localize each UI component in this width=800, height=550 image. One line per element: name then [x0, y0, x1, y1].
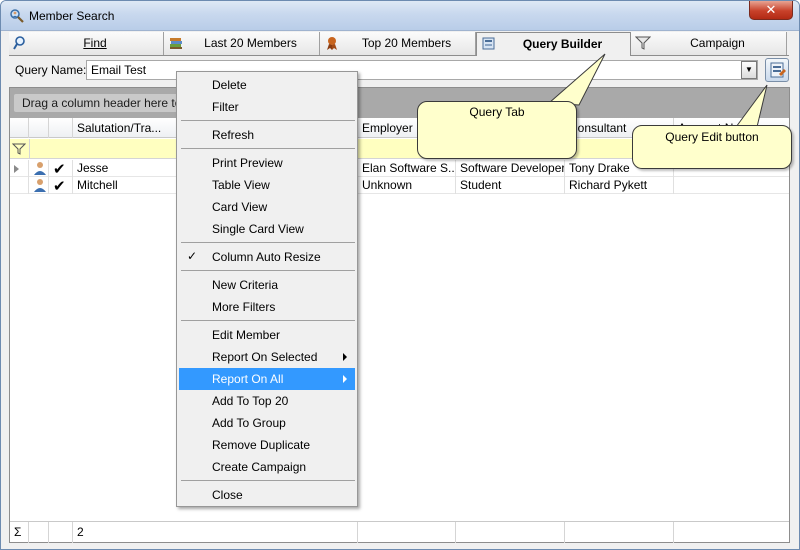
cell-occupation: Student	[456, 177, 565, 194]
cell-employer: Elan Software S...	[358, 160, 456, 177]
menu-item-card-view[interactable]: Card View	[179, 196, 355, 218]
funnel-icon	[12, 143, 26, 155]
group-by-area[interactable]: Drag a column header here to group	[10, 88, 789, 118]
tab-label-campaign: Campaign	[690, 36, 745, 50]
table-row[interactable]: ✔ Mitchell Unknown Student Richard Pyket…	[10, 177, 789, 194]
member-person-icon	[34, 162, 46, 175]
cell-employer: Unknown	[358, 177, 456, 194]
menu-separator	[181, 120, 355, 121]
chevron-down-icon: ▼	[745, 65, 753, 74]
tab-strip: Find Last 20 Members Top 20 Members Quer…	[9, 32, 789, 56]
header-employer-label: Employer	[362, 121, 413, 135]
row-pointer-icon	[14, 165, 19, 173]
tab-campaign[interactable]: Campaign	[631, 32, 787, 55]
submenu-arrow-icon	[343, 375, 347, 383]
menu-item-refresh[interactable]: Refresh	[179, 124, 355, 146]
submenu-arrow-icon	[343, 353, 347, 361]
menu-separator	[181, 270, 355, 271]
menu-item-new-criteria[interactable]: New Criteria	[179, 274, 355, 296]
menu-item-add-to-group[interactable]: Add To Group	[179, 412, 355, 434]
callout-query-edit-text: Query Edit button	[665, 130, 759, 144]
menu-item-add-to-top-20[interactable]: Add To Top 20	[179, 390, 355, 412]
callout-query-edit: Query Edit button	[632, 125, 792, 169]
tab-last-20-members[interactable]: Last 20 Members	[164, 32, 320, 55]
menu-item-report-on-selected[interactable]: Report On Selected	[179, 346, 355, 368]
tab-label-query-builder: Query Builder	[522, 37, 603, 51]
callout-query-tab: Query Tab	[417, 101, 577, 159]
menu-item-single-card-view[interactable]: Single Card View	[179, 218, 355, 240]
row-checkmark-icon: ✔	[49, 160, 73, 177]
row-indicator	[10, 177, 29, 194]
menu-item-label: Report On Selected	[212, 350, 318, 364]
sigma-icon: Σ	[10, 522, 29, 543]
tab-find[interactable]: Find	[9, 32, 164, 55]
callout-query-tab-text: Query Tab	[469, 105, 525, 119]
cell-consultant: Richard Pykett	[565, 177, 674, 194]
menu-item-more-filters[interactable]: More Filters	[179, 296, 355, 318]
tab-query-builder[interactable]: Query Builder	[476, 32, 631, 56]
footer-cell	[456, 522, 565, 543]
menu-item-table-view[interactable]: Table View	[179, 174, 355, 196]
cell-occupation: Software Developer	[456, 160, 565, 177]
header-indicator	[10, 118, 29, 138]
footer-cell	[358, 522, 456, 543]
menu-item-close[interactable]: Close	[179, 484, 355, 506]
menu-separator	[181, 148, 355, 149]
menu-item-create-campaign[interactable]: Create Campaign	[179, 456, 355, 478]
footer-count: 2	[73, 522, 358, 543]
window-title: Member Search	[29, 9, 115, 23]
footer-cell	[49, 522, 73, 543]
menu-item-delete[interactable]: Delete	[179, 74, 355, 96]
menu-item-column-auto-resize[interactable]: ✓ Column Auto Resize	[179, 246, 355, 268]
footer-cell	[29, 522, 49, 543]
menu-item-label: Report On All	[212, 372, 284, 386]
row-checkmark-icon: ✔	[49, 177, 73, 194]
tab-label-find: Find	[83, 36, 107, 50]
header-check-column[interactable]	[49, 118, 73, 138]
menu-item-edit-member[interactable]: Edit Member	[179, 324, 355, 346]
tab-label-top-20: Top 20 Members	[361, 36, 452, 50]
tab-top-20-members[interactable]: Top 20 Members	[320, 32, 476, 55]
cell-account-name	[674, 177, 789, 194]
menu-separator	[181, 480, 355, 481]
member-search-icon	[10, 9, 24, 23]
header-salutation-label: Salutation/Tra...	[77, 121, 162, 135]
query-dropdown-button[interactable]: ▼	[741, 61, 757, 79]
header-consultant-label: Consultant	[569, 121, 627, 135]
menu-separator	[181, 242, 355, 243]
menu-item-label: Column Auto Resize	[212, 250, 321, 264]
member-person-icon	[34, 179, 46, 192]
check-icon: ✓	[187, 249, 198, 263]
menu-item-print-preview[interactable]: Print Preview	[179, 152, 355, 174]
menu-item-remove-duplicate[interactable]: Remove Duplicate	[179, 434, 355, 456]
query-name-label: Query Name:	[15, 63, 87, 77]
grid-footer: Σ 2	[10, 521, 789, 543]
context-menu: Delete Filter Refresh Print Preview Tabl…	[176, 71, 358, 507]
menu-item-report-on-all[interactable]: Report On All	[179, 368, 355, 390]
menu-separator	[181, 320, 355, 321]
footer-cell	[565, 522, 674, 543]
header-icon-column[interactable]	[29, 118, 49, 138]
tab-label-last-20: Last 20 Members	[204, 36, 297, 50]
member-icon-cell	[29, 177, 49, 194]
title-bar[interactable]: Member Search ✕	[1, 1, 799, 31]
member-search-window: Member Search ✕ Find Last 20 Members Top…	[0, 0, 800, 550]
close-button[interactable]: ✕	[749, 1, 793, 20]
menu-item-filter[interactable]: Filter	[179, 96, 355, 118]
member-icon-cell	[29, 160, 49, 177]
query-edit-icon	[770, 62, 786, 78]
close-icon: ✕	[765, 2, 777, 17]
query-edit-button[interactable]	[765, 58, 789, 82]
row-indicator	[10, 160, 29, 177]
